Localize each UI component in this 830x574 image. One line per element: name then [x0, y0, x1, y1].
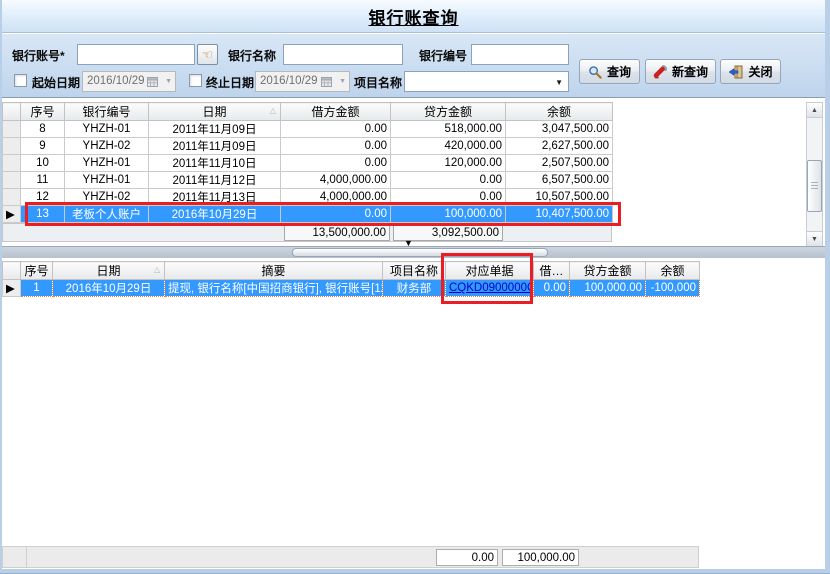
row-selector-header [3, 103, 21, 121]
detail-table: 序号 日期△ 摘要 项目名称 对应单据 借… 贷方金额 余额 ▶ 1 2016年… [2, 261, 700, 297]
scroll-down-button[interactable]: ▼ [807, 231, 822, 246]
bank-ledger-table: 序号 银行编号 日期△ 借方金额 贷方金额 余额 8 YHZH-01 2011年… [2, 102, 613, 223]
splitter-collapse-icon[interactable]: ▼ [404, 239, 413, 248]
table-header-row: 序号 银行编号 日期△ 借方金额 贷方金额 余额 [3, 103, 613, 121]
sort-ascending-icon: △ [154, 266, 160, 274]
column-header-project[interactable]: 项目名称 [383, 262, 446, 280]
bank-name-input[interactable] [283, 44, 403, 65]
query-button-label: 查询 [607, 63, 631, 80]
new-query-button-label: 新查询 [672, 63, 708, 80]
column-header-no[interactable]: 序号 [21, 103, 65, 121]
project-select[interactable]: ▼ [404, 71, 569, 92]
eraser-icon [653, 65, 667, 79]
row-selector-header [3, 262, 21, 280]
scroll-up-button[interactable]: ▲ [807, 103, 822, 118]
scrollbar-grip [811, 182, 818, 191]
window-border-bottom [0, 569, 830, 574]
table-header-row: 序号 日期△ 摘要 项目名称 对应单据 借… 贷方金额 余额 [3, 262, 700, 280]
column-header-date[interactable]: 日期△ [53, 262, 165, 280]
search-icon [588, 65, 602, 79]
footer-debit-total: 0.00 [436, 549, 498, 566]
account-browse-button[interactable]: ☜ [197, 44, 218, 65]
sort-ascending-icon: △ [270, 107, 276, 115]
document-link[interactable]: CQKD0900000C [449, 282, 534, 294]
debit-total-box: 13,500,000.00 [284, 225, 390, 241]
calendar-icon [321, 76, 332, 87]
column-header-bank-no[interactable]: 银行编号 [65, 103, 149, 121]
table-row[interactable]: 8 YHZH-01 2011年11月09日 0.00 518,000.00 3,… [3, 121, 613, 138]
footer-credit-total: 100,000.00 [502, 549, 579, 566]
table-row-selected[interactable]: ▶ 1 2016年10月29日 提现, 银行名称[中国招商银行], 银行账号[1… [3, 280, 700, 297]
bank-no-label: 银行编号 [419, 47, 467, 64]
page-title: 银行账查询 [369, 4, 459, 29]
calendar-icon [147, 76, 158, 87]
account-label: 银行账号* [12, 47, 65, 64]
start-date-dropdown-icon[interactable]: ▼ [165, 78, 172, 85]
hand-pointer-icon: ☜ [202, 47, 214, 63]
column-header-date[interactable]: 日期△ [149, 103, 281, 121]
end-date-field[interactable]: 2016/10/29 ▼ [255, 71, 350, 92]
new-query-button[interactable]: 新查询 [645, 59, 716, 84]
account-input[interactable] [77, 44, 195, 65]
table-row[interactable]: 10 YHZH-01 2011年11月10日 0.00 120,000.00 2… [3, 155, 613, 172]
upper-totals-row: 13,500,000.00 3,092,500.00 [2, 223, 612, 242]
column-header-debit[interactable]: 借… [534, 262, 570, 280]
start-date-value: 2016/10/29 [87, 75, 145, 87]
start-date-label: 起始日期 [32, 74, 80, 91]
column-header-summary[interactable]: 摘要 [165, 262, 383, 280]
bank-query-window: 银行账查询 银行账号* ☜ 银行名称 银行编号 起始日期 2016/10/29 … [0, 0, 830, 574]
exit-door-icon [728, 65, 743, 79]
end-date-value: 2016/10/29 [260, 75, 318, 87]
table-row[interactable]: 9 YHZH-02 2011年11月09日 0.00 420,000.00 2,… [3, 138, 613, 155]
column-header-balance[interactable]: 余额 [646, 262, 700, 280]
row-selector-icon: ▶ [6, 209, 15, 221]
scroll-up-icon: ▲ [811, 107, 818, 114]
window-border-right [825, 0, 830, 574]
close-button[interactable]: 关闭 [720, 59, 781, 84]
end-date-checkbox[interactable] [189, 74, 202, 87]
table-row[interactable]: 11 YHZH-01 2011年11月12日 4,000,000.00 0.00… [3, 172, 613, 189]
titlebar: 银行账查询 [2, 0, 825, 33]
column-header-balance[interactable]: 余额 [506, 103, 613, 121]
start-date-field[interactable]: 2016/10/29 ▼ [82, 71, 176, 92]
query-form: 银行账号* ☜ 银行名称 银行编号 起始日期 2016/10/29 ▼ 终止日期… [2, 34, 825, 97]
column-header-credit[interactable]: 贷方金额 [570, 262, 646, 280]
footer-divider [26, 547, 27, 567]
row-selector-icon: ▶ [6, 283, 15, 295]
bank-ledger-panel: 序号 银行编号 日期△ 借方金额 贷方金额 余额 8 YHZH-01 2011年… [2, 97, 825, 246]
window-border-left [0, 0, 2, 574]
end-date-label: 终止日期 [206, 74, 254, 91]
project-value [405, 74, 408, 88]
close-button-label: 关闭 [748, 63, 772, 80]
footer-totals-bar: 0.00 100,000.00 [2, 546, 699, 568]
end-date-dropdown-icon[interactable]: ▼ [339, 78, 346, 85]
scroll-down-icon: ▼ [811, 236, 818, 243]
combo-dropdown-icon[interactable]: ▼ [555, 78, 563, 87]
bank-no-input[interactable] [471, 44, 569, 65]
query-button[interactable]: 查询 [579, 59, 640, 84]
table-row[interactable]: 12 YHZH-02 2011年11月13日 4,000,000.00 0.00… [3, 189, 613, 206]
column-header-debit[interactable]: 借方金额 [281, 103, 391, 121]
bank-name-label: 银行名称 [228, 47, 276, 64]
horizontal-scrollbar[interactable] [2, 246, 825, 258]
column-header-credit[interactable]: 贷方金额 [391, 103, 506, 121]
column-header-no[interactable]: 序号 [21, 262, 53, 280]
start-date-checkbox[interactable] [14, 74, 27, 87]
table-row-selected[interactable]: ▶ 13 老板个人账户 2016年10月29日 0.00 100,000.00 … [3, 206, 613, 223]
vertical-scrollbar[interactable]: ▲ ▼ [806, 102, 823, 247]
detail-panel: 序号 日期△ 摘要 项目名称 对应单据 借… 贷方金额 余额 ▶ 1 2016年… [2, 258, 825, 546]
horizontal-scrollbar-thumb[interactable] [292, 248, 548, 257]
column-header-document[interactable]: 对应单据 [446, 262, 534, 280]
project-label: 项目名称 [354, 74, 402, 91]
scrollbar-thumb[interactable] [807, 160, 822, 212]
